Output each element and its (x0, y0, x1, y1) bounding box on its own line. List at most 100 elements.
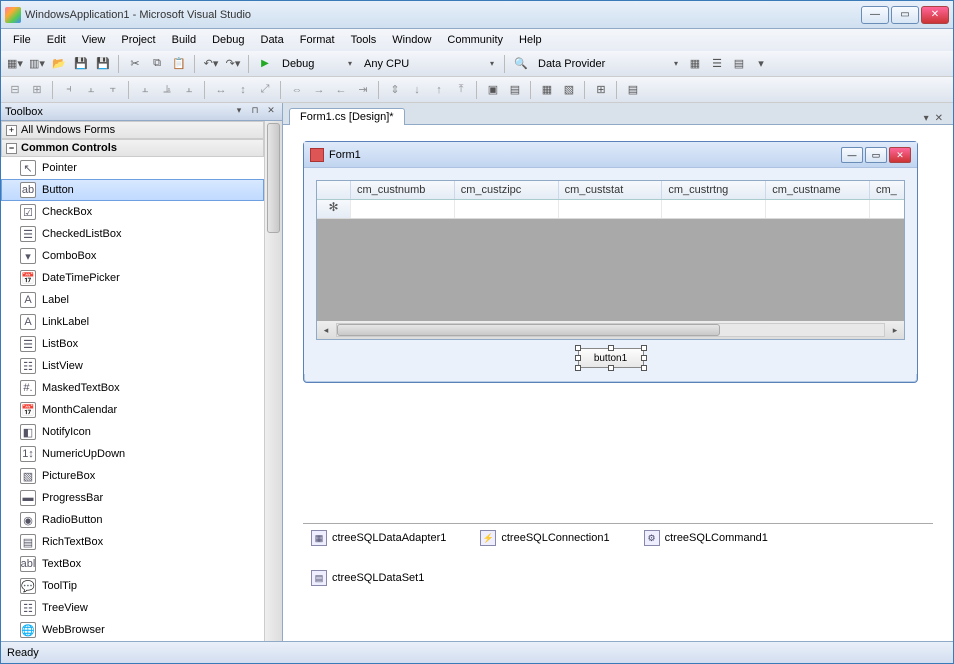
menu-debug[interactable]: Debug (204, 32, 252, 48)
hspace-dec-icon[interactable]: ← (331, 80, 351, 100)
find-combo[interactable]: Data Provider (533, 57, 683, 71)
toolbox-item-datetimepicker[interactable]: 📅DateTimePicker (1, 267, 264, 289)
close-panel-icon[interactable]: ✕ (264, 105, 278, 119)
open-button[interactable]: 📂 (49, 54, 69, 74)
designer-selection[interactable]: button1 (578, 348, 644, 368)
form-close-button[interactable]: ✕ (889, 147, 911, 163)
same-height-icon[interactable]: ↕ (233, 80, 253, 100)
menu-project[interactable]: Project (113, 32, 163, 48)
resize-handle[interactable] (575, 365, 581, 371)
bring-front-icon[interactable]: ▦ (537, 80, 557, 100)
find-button[interactable]: 🔍 (511, 54, 531, 74)
vspace-equal-icon[interactable]: ⇕ (385, 80, 405, 100)
grid-col-3[interactable]: cm_custrtng (662, 181, 766, 199)
toolbox-item-radiobutton[interactable]: ◉RadioButton (1, 509, 264, 531)
grid-new-row[interactable]: ✻ (317, 200, 904, 219)
menu-data[interactable]: Data (253, 32, 292, 48)
resize-handle[interactable] (641, 365, 647, 371)
center-h-icon[interactable]: ▣ (483, 80, 503, 100)
scroll-right-icon[interactable]: ▸ (886, 325, 904, 336)
toolbox-item-checkbox[interactable]: ☑CheckBox (1, 201, 264, 223)
hspace-equal-icon[interactable]: ⇔ (287, 80, 307, 100)
toolbox-category-common[interactable]: −Common Controls (1, 139, 264, 157)
menu-help[interactable]: Help (511, 32, 550, 48)
properties-button[interactable]: ☰ (707, 54, 727, 74)
form-minimize-button[interactable]: — (841, 147, 863, 163)
start-debug-button[interactable]: ▶ (255, 54, 275, 74)
align-lefts-icon[interactable]: ⫞ (59, 80, 79, 100)
maximize-button[interactable]: ▭ (891, 6, 919, 24)
toolbox-item-pointer[interactable]: ↖Pointer (1, 157, 264, 179)
toolbox-item-combobox[interactable]: ▾ComboBox (1, 245, 264, 267)
toolbox-category-all[interactable]: +All Windows Forms (1, 121, 264, 139)
toolbox-item-textbox[interactable]: ablTextBox (1, 553, 264, 575)
align-centers-icon[interactable]: ⫠ (81, 80, 101, 100)
undo-button[interactable]: ↶▾ (201, 54, 221, 74)
toolbox-item-linklabel[interactable]: ALinkLabel (1, 311, 264, 333)
cut-button[interactable]: ✂ (125, 54, 145, 74)
same-width-icon[interactable]: ↔ (211, 80, 231, 100)
resize-handle[interactable] (575, 355, 581, 361)
redo-button[interactable]: ↷▾ (223, 54, 243, 74)
tab-dropdown-icon[interactable]: ▾ (924, 113, 929, 124)
merge-cells-icon[interactable]: ▤ (623, 80, 643, 100)
object-browser-button[interactable]: ▤ (729, 54, 749, 74)
toolbox-item-numericupdown[interactable]: 1↕NumericUpDown (1, 443, 264, 465)
grid-col-2[interactable]: cm_custstat (559, 181, 663, 199)
paste-button[interactable]: 📋 (169, 54, 189, 74)
toolbox-item-label[interactable]: ALabel (1, 289, 264, 311)
add-item-button[interactable]: ▥▾ (27, 54, 47, 74)
copy-button[interactable]: ⧉ (147, 54, 167, 74)
menu-build[interactable]: Build (164, 32, 204, 48)
hspace-rem-icon[interactable]: ⇥ (353, 80, 373, 100)
align-left-icon[interactable]: ⊟ (5, 80, 25, 100)
menu-community[interactable]: Community (439, 32, 511, 48)
new-project-button[interactable]: ▦▾ (5, 54, 25, 74)
component-dataset[interactable]: ▤ctreeSQLDataSet1 (311, 570, 925, 586)
datagridview[interactable]: cm_custnumb cm_custzipc cm_custstat cm_c… (316, 180, 905, 340)
align-middles-icon[interactable]: ⫡ (157, 80, 177, 100)
toolbox-item-maskedtextbox[interactable]: #.MaskedTextBox (1, 377, 264, 399)
resize-handle[interactable] (641, 355, 647, 361)
component-command[interactable]: ⚙ctreeSQLCommand1 (644, 530, 768, 546)
scroll-left-icon[interactable]: ◂ (317, 325, 335, 336)
component-dataadapter[interactable]: ▦ctreeSQLDataAdapter1 (311, 530, 446, 546)
pin-icon[interactable]: ⊓ (248, 105, 262, 119)
vspace-dec-icon[interactable]: ↑ (429, 80, 449, 100)
menu-view[interactable]: View (74, 32, 114, 48)
minimize-button[interactable]: — (861, 6, 889, 24)
align-bottoms-icon[interactable]: ⫠ (179, 80, 199, 100)
component-connection[interactable]: ⚡ctreeSQLConnection1 (480, 530, 609, 546)
toolbox-item-tooltip[interactable]: 💬ToolTip (1, 575, 264, 597)
menu-format[interactable]: Format (292, 32, 343, 48)
send-back-icon[interactable]: ▧ (559, 80, 579, 100)
more-button[interactable]: ▾ (751, 54, 771, 74)
toolbox-item-webbrowser[interactable]: 🌐WebBrowser (1, 619, 264, 641)
platform-dropdown[interactable]: Any CPU (359, 57, 499, 71)
build-config-dropdown[interactable]: Debug (277, 57, 357, 71)
toolbox-item-listview[interactable]: ☷ListView (1, 355, 264, 377)
resize-handle[interactable] (608, 365, 614, 371)
resize-handle[interactable] (641, 345, 647, 351)
form-maximize-button[interactable]: ▭ (865, 147, 887, 163)
toolbox-button[interactable]: ▦ (685, 54, 705, 74)
toolbox-item-listbox[interactable]: ☰ListBox (1, 333, 264, 355)
menu-file[interactable]: File (5, 32, 39, 48)
same-size-icon[interactable]: ⤢ (255, 80, 275, 100)
vspace-rem-icon[interactable]: ⤒ (451, 80, 471, 100)
toolbox-item-treeview[interactable]: ☷TreeView (1, 597, 264, 619)
toolbox-scrollbar[interactable] (264, 121, 282, 641)
menu-edit[interactable]: Edit (39, 32, 74, 48)
toolbox-item-monthcalendar[interactable]: 📅MonthCalendar (1, 399, 264, 421)
save-button[interactable]: 💾 (71, 54, 91, 74)
toolbox-item-richtextbox[interactable]: ▤RichTextBox (1, 531, 264, 553)
toolbox-item-picturebox[interactable]: ▧PictureBox (1, 465, 264, 487)
tab-order-icon[interactable]: ⊞ (591, 80, 611, 100)
toolbox-item-notifyicon[interactable]: ◧NotifyIcon (1, 421, 264, 443)
grid-col-4[interactable]: cm_custname (766, 181, 870, 199)
grid-col-0[interactable]: cm_custnumb (351, 181, 455, 199)
resize-handle[interactable] (575, 345, 581, 351)
form-designer-window[interactable]: Form1 — ▭ ✕ cm_custnumb cm_custzipc cm_c… (303, 141, 918, 383)
align-tops-icon[interactable]: ⫠ (135, 80, 155, 100)
tab-close-icon[interactable]: ✕ (935, 113, 943, 124)
